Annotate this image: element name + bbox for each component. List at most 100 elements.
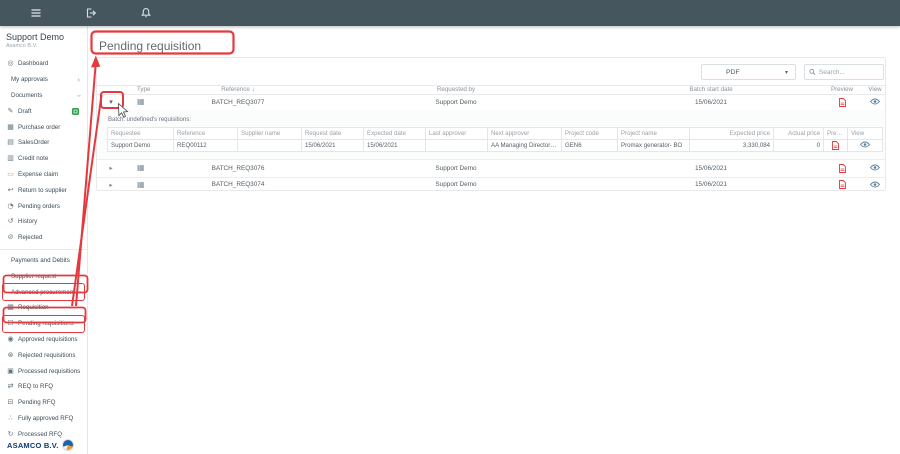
table-row[interactable]: ▸ ▦ BATCH_REQ3074 Support Demo 15/06/202… xyxy=(97,176,885,192)
org-name: Asamco B.V. xyxy=(6,43,38,49)
sidebar-item-credit-note[interactable]: ▥ Credit note xyxy=(0,151,87,167)
notifications-bell-icon[interactable] xyxy=(139,6,153,20)
sidebar-item-label: Payments and Debits xyxy=(11,256,70,264)
sidebar-item-draft[interactable]: ✎ Draft xyxy=(0,103,87,119)
reference-column-header[interactable]: Reference ↓ xyxy=(165,86,311,93)
sidebar-item-pending-rfq[interactable]: ⊟ Pending RFQ xyxy=(0,395,87,411)
sidebar-item-label: Advanced procurement xyxy=(11,288,75,296)
subtable-row[interactable]: Support Demo REQ00112 15/06/2021 15/06/2… xyxy=(107,138,883,152)
reference-cell: BATCH_REQ3074 xyxy=(211,181,265,188)
batch-start-date-cell: 15/06/2021 xyxy=(695,98,727,106)
rejected-icon: ⊘ xyxy=(7,233,14,242)
expand-row-icon[interactable]: ▸ xyxy=(109,182,112,189)
batch-type-icon: ▦ xyxy=(137,163,145,172)
sidebar-menu: ◎ Dashboard My approvals › Documents › ✎ Draft ▦… xyxy=(0,56,87,442)
batch-start-date-column-header[interactable]: Batch start date xyxy=(601,86,821,93)
sidebar-item-payments-and-debits[interactable]: Payments and Debits › xyxy=(0,253,87,269)
expected-price-cell: 3,330,084 xyxy=(689,138,774,152)
sidebar-item-approved-requisitions[interactable]: ◉ Approved requisitions xyxy=(0,332,87,348)
menu-icon[interactable] xyxy=(29,6,43,20)
project-name-header: Project name xyxy=(617,126,690,140)
pdf-preview-icon[interactable] xyxy=(838,180,846,189)
collapse-row-icon[interactable]: ▾ xyxy=(109,99,113,106)
sidebar-item-label: SalesOrder xyxy=(18,139,50,147)
sidebar-divider xyxy=(0,248,87,250)
requestee-cell: Support Demo xyxy=(107,138,174,152)
sidebar-item-label: Supplier request xyxy=(11,272,57,280)
batch-start-date-cell: 15/06/2021 xyxy=(695,181,727,188)
requisition-icon: ▦ xyxy=(7,303,14,312)
table-toolbar: PDF ▾ xyxy=(97,58,885,85)
view-eye-icon[interactable] xyxy=(860,141,870,148)
asamco-brand-text: ASAMCO B.V. xyxy=(7,440,59,450)
sidebar-item-dashboard[interactable]: ◎ Dashboard xyxy=(0,56,87,72)
sidebar-item-salesorder[interactable]: ▤ SalesOrder xyxy=(0,135,87,151)
preview-header: Previ... xyxy=(823,126,848,140)
chevron-right-icon: › xyxy=(77,74,81,84)
search-input[interactable] xyxy=(818,68,879,76)
sidebar-item-rejected[interactable]: ⊘ Rejected xyxy=(0,230,87,246)
sidebar-item-label: Pending orders xyxy=(18,202,60,210)
sidebar-item-return-to-supplier[interactable]: ↩ Return to supplier xyxy=(0,182,87,198)
sidebar-item-expense-claim[interactable]: ▭ Expense claim xyxy=(0,167,87,183)
actual-price-header: Actual price xyxy=(773,126,824,140)
sidebar-item-my-approvals[interactable]: My approvals › xyxy=(0,72,87,88)
view-eye-icon[interactable] xyxy=(870,164,880,171)
sidebar-item-history[interactable]: ↺ History xyxy=(0,214,87,230)
table-row[interactable]: ▾ ▦ BATCH_REQ3077 Support Demo 15/06/202… xyxy=(97,95,885,110)
sidebar-item-requisition[interactable]: ▦ Requisition xyxy=(0,300,87,316)
expand-row-icon[interactable]: ▸ xyxy=(109,165,112,172)
pending-rfq-icon: ⊟ xyxy=(7,398,14,407)
sidebar-item-fully-approved-rfq[interactable]: ∴ Fully approved RFQ xyxy=(0,411,87,427)
batch-type-icon: ▦ xyxy=(137,179,145,189)
sidebar-item-req-to-rfq[interactable]: ⇄ REQ to RFQ xyxy=(0,379,87,395)
batch-type-icon: ▦ xyxy=(137,97,145,106)
req-to-rfq-icon: ⇄ xyxy=(7,382,14,391)
requested-by-column-header[interactable]: Requested by xyxy=(311,86,601,93)
view-header: View xyxy=(847,126,883,140)
sidebar-item-pending-orders[interactable]: ◔ Pending orders xyxy=(0,198,87,214)
sidebar-header: Support Demo Asamco B.V. xyxy=(0,26,87,49)
reference-cell: BATCH_REQ3076 xyxy=(211,164,265,172)
sidebar-item-label: Return to supplier xyxy=(18,186,67,194)
sidebar-item-label: Approved requisitions xyxy=(18,335,78,343)
sidebar-item-label: Requisition xyxy=(18,304,49,312)
app-name: Support Demo xyxy=(6,32,65,42)
table-row[interactable]: ▸ ▦ BATCH_REQ3076 Support Demo 15/06/202… xyxy=(97,160,885,177)
pdf-preview-icon[interactable] xyxy=(838,163,846,173)
view-eye-icon[interactable] xyxy=(870,181,880,188)
pdf-preview-icon[interactable] xyxy=(838,97,846,107)
sidebar-item-advanced-procurement[interactable]: Advanced procurement › xyxy=(0,283,87,301)
view-eye-icon[interactable] xyxy=(870,98,880,105)
type-column-header[interactable]: Type xyxy=(125,86,165,93)
pdf-preview-icon[interactable] xyxy=(832,140,839,150)
request-date-cell: 15/06/2021 xyxy=(301,138,364,152)
sidebar-item-documents[interactable]: Documents › xyxy=(0,88,87,104)
pending-requisitions-icon: ☐ xyxy=(7,319,14,328)
purchase-order-icon: ▦ xyxy=(7,122,14,131)
batch-requisitions-label: Batch: undefined's requisitions: xyxy=(108,116,191,123)
main-content: Pending requisition PDF ▾ Type Reference… xyxy=(89,26,900,454)
sidebar-item-supplier-request[interactable]: Supplier request › xyxy=(0,268,87,284)
chevron-down-icon: › xyxy=(74,94,84,97)
last-approver-cell xyxy=(425,138,488,152)
sidebar-item-rejected-requisitions[interactable]: ⊗ Rejected requisitions xyxy=(0,347,87,363)
sidebar: Support Demo Asamco B.V. ◎ Dashboard My ap… xyxy=(0,26,88,454)
batch-start-date-cell: 15/06/2021 xyxy=(695,164,727,172)
expected-date-header: Expected date xyxy=(363,126,426,140)
logout-icon[interactable] xyxy=(84,6,98,20)
expected-date-cell: 15/06/2021 xyxy=(363,138,426,152)
actual-price-cell: 0 xyxy=(773,138,824,152)
sidebar-item-label: Documents xyxy=(11,91,43,99)
sidebar-item-label: Purchase order xyxy=(18,123,61,131)
sidebar-item-purchase-order[interactable]: ▦ Purchase order xyxy=(0,119,87,135)
sidebar-item-label: Credit note xyxy=(18,155,49,163)
export-format-select[interactable]: PDF ▾ xyxy=(701,64,796,80)
sidebar-item-processed-requisitions[interactable]: ▣ Processed requisitions xyxy=(0,363,87,379)
sidebar-item-label: Draft xyxy=(18,107,32,115)
sidebar-item-pending-requisitions[interactable]: ☐ Pending requisitions xyxy=(0,314,87,333)
last-approver-header: Last approver xyxy=(425,126,488,140)
draft-icon: ✎ xyxy=(7,106,14,115)
fully-approved-rfq-icon: ∴ xyxy=(8,413,13,422)
next-approver-cell: AA Managing Director-EPO xyxy=(487,138,562,152)
